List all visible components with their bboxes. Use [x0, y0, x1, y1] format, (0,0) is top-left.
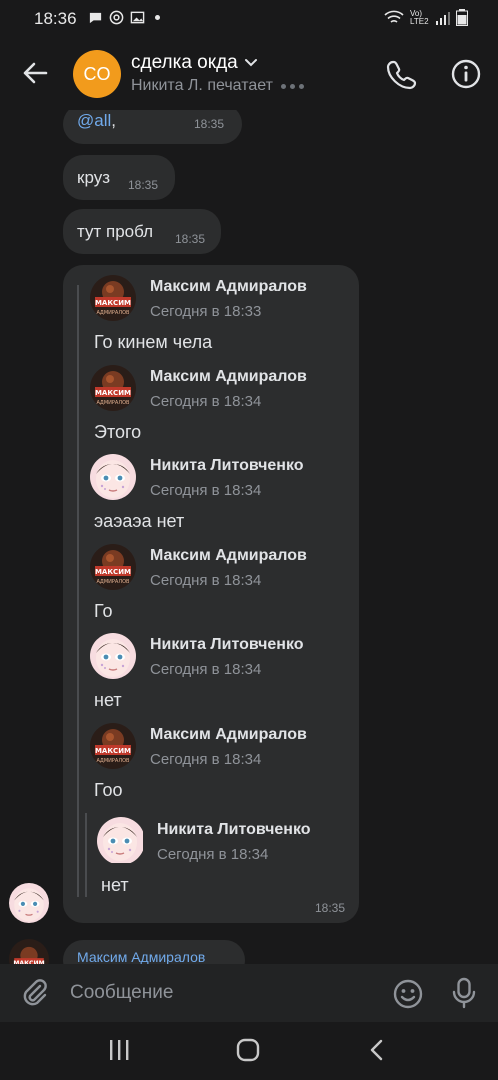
info-icon[interactable] [450, 58, 482, 90]
maksim-avatar-image: МАКСИМ АДМИРАЛОВ [90, 722, 136, 769]
wifi-icon [384, 10, 404, 23]
status-time: 18:36 [34, 9, 77, 28]
chevron-down-icon [244, 59, 257, 67]
forwarded-author[interactable]: Никита Литовченко [157, 821, 311, 839]
message-bubble[interactable]: @all, 18:35 [63, 110, 242, 144]
message-time: 18:35 [194, 117, 225, 131]
back-arrow-icon[interactable] [18, 56, 52, 90]
message-time: 18:35 [175, 232, 206, 246]
forwarded-date: Сегодня в 18:34 [150, 750, 262, 768]
forwarded-date: Сегодня в 18:34 [150, 661, 262, 678]
network-label: Vo) LTE2 [410, 8, 429, 26]
svg-text:АДМИРАЛОВ: АДМИРАЛОВ [97, 310, 131, 316]
forwarded-author[interactable]: Никита Литовченко [150, 457, 304, 475]
message-bubble[interactable]: Максим Адмиралов [63, 940, 245, 964]
more-notifications-dot-icon [155, 15, 160, 20]
avatar[interactable]: МАКСИМ АДМИРАЛОВ [90, 275, 136, 321]
home-icon[interactable] [236, 1038, 260, 1062]
maksim-avatar-image: МАКСИМ [9, 939, 49, 964]
avatar[interactable]: МАКСИМ АДМИРАЛОВ [90, 364, 136, 411]
status-bar: 18:36 Vo) LTE2 [0, 0, 498, 38]
avatar[interactable] [9, 883, 49, 923]
chat-avatar[interactable]: CO [73, 50, 121, 98]
nikita-avatar-image [90, 633, 136, 679]
at-notification-icon [109, 10, 124, 25]
forwarded-date: Сегодня в 18:34 [150, 571, 262, 589]
avatar[interactable] [90, 633, 136, 679]
nested-quote-bar [85, 813, 87, 897]
forwarded-text: эаэаэа нет [94, 511, 185, 531]
nikita-avatar-image [90, 454, 136, 500]
svg-text:МАКСИМ: МАКСИМ [95, 747, 131, 755]
forwarded-text: нет [94, 690, 122, 710]
message-notification-icon [89, 12, 102, 24]
maksim-avatar-image: МАКСИМ АДМИРАЛОВ [90, 543, 136, 590]
svg-text:МАКСИМ: МАКСИМ [95, 568, 131, 576]
message-bubble[interactable]: круз 18:35 [63, 155, 175, 200]
system-navigation-bar [0, 1022, 498, 1080]
svg-text:МАКСИМ: МАКСИМ [95, 389, 131, 397]
forwarded-text: Го кинем чела [94, 332, 213, 352]
battery-icon [456, 9, 468, 26]
chat-header: CO сделка окда Никита Л. печатает [0, 38, 498, 110]
chat-title-text: сделка окда [131, 52, 238, 73]
emoji-icon[interactable] [392, 978, 424, 1010]
forwarded-text: Гоо [94, 779, 123, 800]
message-text: круз [77, 168, 110, 187]
forwarded-author[interactable]: Максим Адмиралов [150, 368, 307, 386]
forwarded-text: Го [94, 600, 113, 621]
message-time: 18:35 [128, 178, 159, 192]
typing-dots-icon [280, 83, 304, 89]
forwarded-date: Сегодня в 18:34 [157, 846, 269, 863]
nikita-avatar-image [97, 817, 143, 863]
svg-text:МАКСИМ: МАКСИМ [95, 299, 131, 307]
avatar[interactable]: МАКСИМ [9, 939, 49, 964]
nikita-avatar-image [9, 883, 49, 923]
mention-link[interactable]: @all [77, 111, 111, 130]
svg-text:АДМИРАЛОВ: АДМИРАЛОВ [97, 400, 131, 406]
forwarded-author[interactable]: Максим Адмиралов [150, 547, 307, 565]
maksim-avatar-image: МАКСИМ АДМИРАЛОВ [90, 275, 136, 321]
phone-icon[interactable] [386, 58, 418, 90]
forwarded-author[interactable]: Никита Литовченко [150, 636, 304, 654]
avatar[interactable]: МАКСИМ АДМИРАЛОВ [90, 722, 136, 769]
forwarded-date: Сегодня в 18:33 [150, 303, 262, 320]
message-composer: Сообщение [0, 964, 498, 1022]
message-list[interactable]: @all, 18:35 круз 18:35 тут пробл 18:35 М… [0, 110, 498, 964]
message-text: @all, [77, 111, 116, 130]
attach-icon[interactable] [20, 978, 50, 1008]
forwarded-text: Этого [94, 421, 142, 442]
forwarded-author[interactable]: Максим Адмиралов [150, 726, 307, 744]
forward-quote-bar [77, 285, 79, 897]
forwarded-author[interactable]: Максим Адмиралов [150, 278, 307, 296]
forwarded-text: нет [101, 875, 129, 895]
message-bubble[interactable]: тут пробл 18:35 [63, 209, 221, 254]
chat-subtitle: Никита Л. печатает [131, 77, 304, 95]
typing-status: Никита Л. печатает [131, 77, 273, 94]
signal-icon [436, 11, 450, 25]
nav-back-icon[interactable] [368, 1038, 386, 1062]
message-time: 18:35 [314, 901, 345, 915]
svg-text:АДМИРАЛОВ: АДМИРАЛОВ [97, 579, 131, 585]
microphone-icon[interactable] [450, 977, 478, 1009]
forwarded-messages-bubble[interactable]: МАКСИМ АДМИРАЛОВ Максим Адмиралов Сегодня в… [63, 265, 359, 923]
avatar[interactable] [90, 454, 136, 500]
chat-title[interactable]: сделка окда [131, 52, 258, 74]
message-author[interactable]: Максим Адмиралов [77, 949, 205, 964]
image-notification-icon [130, 11, 145, 24]
message-input[interactable]: Сообщение [70, 982, 173, 1004]
forwarded-date: Сегодня в 18:34 [150, 482, 262, 499]
forwarded-date: Сегодня в 18:34 [150, 392, 262, 410]
svg-text:АДМИРАЛОВ: АДМИРАЛОВ [97, 758, 131, 764]
avatar[interactable]: МАКСИМ АДМИРАЛОВ [90, 543, 136, 590]
avatar[interactable] [97, 817, 145, 865]
message-text: тут пробл [77, 222, 153, 241]
maksim-avatar-image: МАКСИМ АДМИРАЛОВ [90, 364, 136, 411]
recent-apps-icon[interactable] [107, 1039, 131, 1061]
